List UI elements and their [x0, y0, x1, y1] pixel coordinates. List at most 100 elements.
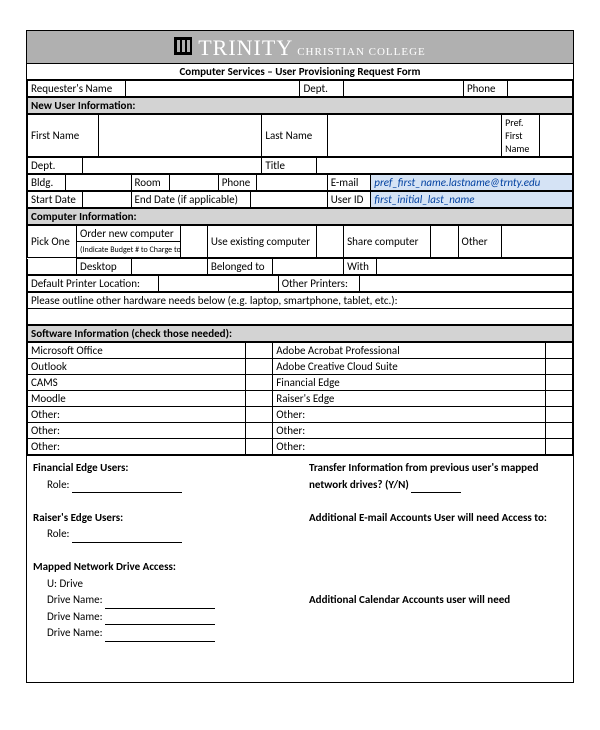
other-printers-label: Other Printers: — [278, 276, 360, 292]
software-left-check-1[interactable] — [246, 359, 273, 375]
fe-role-label: Role: — [47, 478, 70, 491]
room-field[interactable] — [169, 175, 218, 191]
order-new-check[interactable] — [180, 226, 207, 258]
desktop-label: Desktop — [77, 259, 132, 275]
other-label: Other — [458, 226, 502, 258]
room-label: Room — [131, 175, 169, 191]
default-printer-label: Default Printer Location: — [28, 276, 159, 292]
brand-main: TRINITY — [198, 35, 293, 61]
end-date-field[interactable] — [251, 192, 327, 208]
software-left-check-6[interactable] — [246, 439, 273, 455]
drive-name-field-1[interactable] — [105, 599, 215, 609]
fe-users-label: Financial Edge Users: — [33, 460, 291, 477]
software-left-3: Moodle — [28, 391, 246, 407]
user-id-label: User ID — [327, 192, 371, 208]
software-left-5: Other: — [28, 423, 246, 439]
software-right-check-2[interactable] — [545, 375, 572, 391]
software-left-0: Microsoft Office — [28, 343, 246, 359]
software-left-check-3[interactable] — [246, 391, 273, 407]
fe-role-field[interactable] — [72, 483, 182, 493]
dept-field[interactable] — [82, 158, 262, 174]
section-new-user: New User Information: — [28, 98, 573, 114]
email-hint: pref_first_name.lastname@trnty.edu — [371, 175, 573, 191]
bldg-field[interactable] — [66, 175, 131, 191]
default-printer-field[interactable] — [158, 276, 278, 292]
software-left-6: Other: — [28, 439, 246, 455]
provisioning-form: TRINITY CHRISTIAN COLLEGE Computer Servi… — [26, 30, 574, 683]
software-left-4: Other: — [28, 407, 246, 423]
printers-row: Default Printer Location: Other Printers… — [27, 275, 573, 292]
software-right-6: Other: — [273, 439, 546, 455]
software-right-2: Financial Edge — [273, 375, 546, 391]
software-left-1: Outlook — [28, 359, 246, 375]
software-left-check-0[interactable] — [246, 343, 273, 359]
software-right-check-3[interactable] — [545, 391, 572, 407]
outline-field[interactable] — [28, 309, 573, 325]
first-name-label: First Name — [28, 115, 99, 157]
software-grid: Microsoft OfficeAdobe Acrobat Profession… — [27, 342, 573, 455]
drive-name-field-3[interactable] — [105, 632, 215, 642]
name-row: First Name Last Name Pref. First Name — [27, 114, 573, 157]
software-left-check-4[interactable] — [246, 407, 273, 423]
requester-name-field[interactable] — [126, 81, 300, 97]
pick-one-label: Pick One — [28, 226, 77, 258]
trinity-logo-icon — [174, 37, 192, 55]
add-email-label: Additional E-mail Accounts User will nee… — [309, 510, 567, 527]
drive-name-label-1: Drive Name: — [47, 593, 103, 606]
title-field[interactable] — [316, 158, 572, 174]
requester-dept-field[interactable] — [344, 81, 464, 97]
form-title: Computer Services – User Provisioning Re… — [27, 64, 573, 80]
share-check[interactable] — [431, 226, 458, 258]
start-date-label: Start Date — [28, 192, 83, 208]
end-date-label: End Date (if applicable) — [131, 192, 251, 208]
with-label: With — [344, 259, 377, 275]
software-right-check-0[interactable] — [545, 343, 572, 359]
outline-label: Please outline other hardware needs belo… — [28, 293, 573, 309]
requester-phone-field[interactable] — [507, 81, 572, 97]
re-role-field[interactable] — [72, 533, 182, 543]
last-name-label: Last Name — [262, 115, 327, 157]
software-right-5: Other: — [273, 423, 546, 439]
order-hint: (Indicate Budget # to Charge to) — [77, 242, 181, 258]
software-right-check-6[interactable] — [545, 439, 572, 455]
mapped-label: Mapped Network Drive Access: — [33, 559, 291, 576]
software-right-3: Raiser's Edge — [273, 391, 546, 407]
requester-dept-label: Dept. — [300, 81, 344, 97]
re-role-label: Role: — [47, 527, 70, 540]
requester-row: Requester's Name Dept. Phone — [27, 80, 573, 97]
other-check[interactable] — [502, 226, 573, 258]
re-users-label: Raiser's Edge Users: — [33, 510, 291, 527]
software-left-check-2[interactable] — [246, 375, 273, 391]
drive-name-field-2[interactable] — [105, 615, 215, 625]
phone-field[interactable] — [256, 175, 327, 191]
section-computer: Computer Information: — [28, 209, 573, 225]
software-right-check-1[interactable] — [545, 359, 572, 375]
software-left-2: CAMS — [28, 375, 246, 391]
transfer-field[interactable] — [411, 483, 461, 493]
desktop-field[interactable] — [131, 259, 207, 275]
pref-first-field[interactable] — [540, 115, 573, 157]
requester-name-label: Requester's Name — [28, 81, 126, 97]
use-existing-label: Use existing computer — [207, 226, 316, 258]
software-right-check-5[interactable] — [545, 423, 572, 439]
requester-phone-label: Phone — [463, 81, 507, 97]
dates-row: Start Date End Date (if applicable) User… — [27, 191, 573, 208]
last-name-field[interactable] — [327, 115, 501, 157]
software-right-check-4[interactable] — [545, 407, 572, 423]
dept-label: Dept. — [28, 158, 83, 174]
phone-label: Phone — [218, 175, 256, 191]
use-existing-check[interactable] — [316, 226, 343, 258]
dept-title-row: Dept. Title — [27, 157, 573, 174]
software-left-check-5[interactable] — [246, 423, 273, 439]
with-field[interactable] — [376, 259, 572, 275]
bldg-row: Bldg. Room Phone E-mail pref_first_name.… — [27, 174, 573, 191]
pref-first-label: Pref. First Name — [502, 115, 540, 157]
order-new-label: Order new computer — [77, 226, 181, 242]
start-date-field[interactable] — [82, 192, 131, 208]
belonged-to-field[interactable] — [273, 259, 344, 275]
other-printers-field[interactable] — [360, 276, 573, 292]
drive-name-label-3: Drive Name: — [47, 626, 103, 639]
bottom-section: Financial Edge Users: Role: Raiser's Edg… — [27, 455, 573, 682]
first-name-field[interactable] — [98, 115, 262, 157]
belonged-to-label: Belonged to — [207, 259, 272, 275]
